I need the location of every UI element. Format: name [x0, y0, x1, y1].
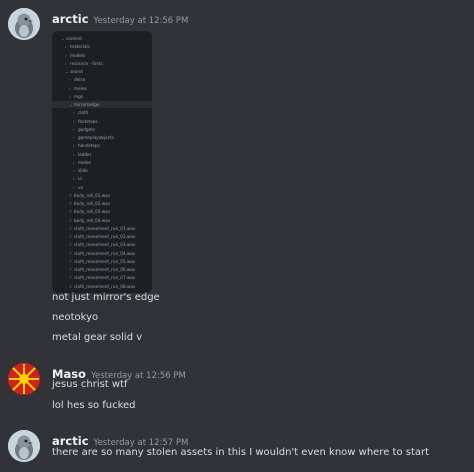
tree-label: cloth_movement_run_05.wav	[74, 258, 136, 264]
bird-avatar-icon	[8, 430, 40, 462]
tree-label: deise	[74, 77, 86, 83]
tree-file: ♪ body_roll_04.wav	[52, 217, 152, 224]
tree-folder: ⌄mirrorsedge	[52, 101, 152, 108]
tree-label: cloth_movement_run_03.wav	[74, 242, 136, 248]
tree-label: body_roll_01.wav	[74, 192, 111, 198]
tree-label: ladder	[78, 151, 92, 157]
tree-folder: › resource - fonts	[52, 60, 152, 67]
tree-file: ♪ cloth_movement_run_03.wav	[52, 241, 152, 248]
tree-file: ♪ cloth_movement_run_04.wav	[52, 250, 152, 257]
message-header: arctic Yesterday at 12:56 PM	[52, 8, 188, 27]
tree-file: ♪ cloth_movement_run_08.wav	[52, 283, 152, 290]
avatar[interactable]	[8, 363, 40, 395]
tree-label: gameplayobjects	[78, 135, 114, 140]
tree-file: ♪ cloth_movement_run_06.wav	[52, 266, 152, 273]
tree-folder: › vo	[52, 184, 152, 191]
message-text: not just mirror's edge	[52, 292, 160, 303]
tree-label: mgs	[74, 93, 83, 99]
tree-folder: › ladder	[52, 151, 152, 158]
tree-file: ♪ body_roll_03.wav	[52, 208, 152, 215]
tree-label: resource - fonts	[70, 60, 103, 66]
tree-file: ♪ cloth_movement_run_01.wav	[52, 225, 152, 232]
tree-folder: › gadgets	[52, 126, 152, 133]
tree-label: body_roll_03.wav	[74, 209, 111, 215]
sun-emblem-avatar-icon	[8, 363, 40, 395]
tree-folder: › melee	[52, 159, 152, 166]
tree-label: mirrorsedge	[74, 102, 100, 107]
tree-folder: › footsteps	[52, 118, 152, 125]
tree-label: melee	[74, 85, 87, 91]
tree-label: cloth	[78, 110, 89, 116]
tree-folder: ⌄sound	[52, 68, 152, 75]
username[interactable]: arctic	[52, 434, 89, 448]
timestamp[interactable]: Yesterday at 12:56 PM	[94, 16, 189, 26]
tree-file: ♪ body_roll_01.wav	[52, 192, 152, 199]
tree-label: cloth_movement_run_04.wav	[74, 250, 136, 256]
tree-folder: › mgs	[52, 93, 152, 100]
tree-label: ui	[78, 176, 82, 182]
tree-label: gadgets	[78, 126, 95, 132]
avatar[interactable]	[8, 430, 40, 462]
tree-folder: › handsteps	[52, 142, 152, 149]
tree-file: ♪ body_roll_02.wav	[52, 200, 152, 207]
tree-label: content	[66, 36, 83, 41]
tree-label: sound	[70, 69, 83, 74]
tree-file: ♪ cloth_movement_run_05.wav	[52, 258, 152, 265]
tree-folder: › deise	[52, 76, 152, 83]
tree-label: slide	[78, 168, 88, 173]
tree-folder: › materials	[52, 43, 152, 50]
tree-folder: › gameplayobjects	[52, 134, 152, 141]
tree-folder: › ui	[52, 175, 152, 182]
tree-label: materials	[70, 44, 90, 50]
tree-file: ♪ cloth_movement_run_02.wav	[52, 233, 152, 240]
message-text: there are so many stolen assets in this …	[52, 447, 430, 458]
tree-label: handsteps	[78, 143, 100, 149]
avatar[interactable]	[8, 8, 40, 40]
tree-label: cloth_movement_run_07.wav	[74, 275, 136, 281]
tree-folder: ⌄content	[52, 35, 152, 42]
tree-label: cloth_movement_run_08.wav	[74, 283, 136, 289]
tree-folder: › cloth	[52, 109, 152, 116]
tree-label: cloth_movement_run_06.wav	[74, 267, 136, 272]
bird-avatar-icon	[8, 8, 40, 40]
tree-folder: › slide	[52, 167, 152, 174]
username[interactable]: arctic	[52, 12, 89, 26]
tree-label: cloth_movement_run_01.wav	[74, 225, 136, 231]
tree-folder: › melee	[52, 85, 152, 92]
tree-label: melee	[78, 159, 91, 165]
tree-folder: › models	[52, 52, 152, 59]
tree-label: cloth_movement_run_02.wav	[74, 234, 136, 239]
tree-label: body_roll_04.wav	[74, 217, 111, 223]
message-text: jesus christ wtf	[52, 379, 128, 390]
tree-label: body_roll_02.wav	[74, 201, 111, 206]
tree-label: footsteps	[78, 118, 98, 124]
image-attachment[interactable]: ⌄content › materials › models › resource - fon…	[52, 31, 152, 293]
tree-file: ♪ cloth_movement_run_07.wav	[52, 274, 152, 281]
message-text: neotokyo	[52, 312, 99, 323]
message-text: lol hes so fucked	[52, 400, 136, 411]
tree-label: models	[70, 52, 86, 58]
message-text: metal gear solid v	[52, 332, 143, 343]
tree-label: vo	[78, 184, 84, 190]
